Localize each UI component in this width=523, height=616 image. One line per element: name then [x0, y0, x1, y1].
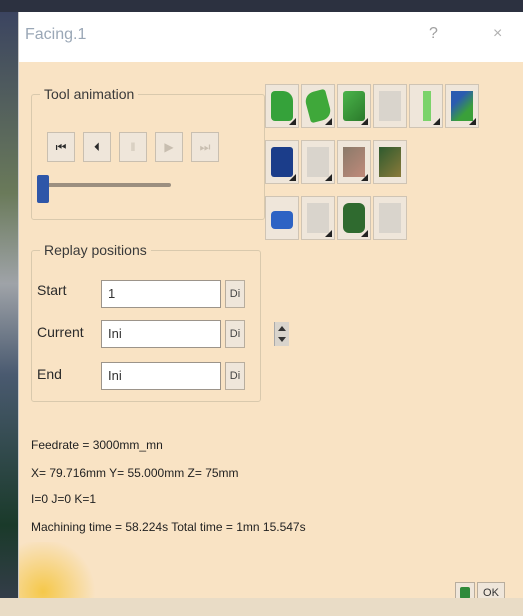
- start-field[interactable]: 1: [101, 280, 221, 308]
- desktop-background-bottom: [0, 598, 523, 616]
- export-icon: [379, 203, 401, 233]
- play-button[interactable]: ▶: [155, 132, 183, 162]
- rod-button[interactable]: [409, 84, 443, 128]
- clamp-icon: [343, 203, 365, 233]
- start-label: Start: [37, 282, 67, 298]
- cutter-path-button[interactable]: [301, 84, 335, 128]
- blank-tool-button[interactable]: [301, 196, 335, 240]
- title-bar: Facing.1 ? ×: [19, 12, 523, 62]
- rod-icon: [423, 91, 431, 121]
- tool-animation-label: Tool animation: [40, 86, 139, 102]
- start-pick-button[interactable]: Di: [225, 280, 245, 308]
- desktop-background-left: [0, 12, 18, 616]
- settings-button[interactable]: [445, 84, 479, 128]
- machine-button[interactable]: [265, 140, 299, 184]
- facing-dialog: Facing.1 ? × Tool animation ⏮ ⏴ ‖ ▶ ⏭ Re…: [18, 12, 523, 604]
- clamp-button[interactable]: [337, 196, 371, 240]
- fast-forward-button[interactable]: ⏭: [191, 132, 219, 162]
- settings-icon: [451, 91, 473, 121]
- part-button[interactable]: [301, 140, 335, 184]
- step-back-button[interactable]: ⏴: [83, 132, 111, 162]
- background-glow: [19, 542, 99, 604]
- machining-time-text: Machining time = 58.224s Total time = 1m…: [31, 520, 306, 534]
- stock-button[interactable]: [337, 140, 371, 184]
- analysis-icon: [379, 147, 401, 177]
- report-icon: [379, 91, 401, 121]
- end-pick-button[interactable]: Di: [225, 362, 245, 390]
- part-icon: [307, 147, 329, 177]
- current-label: Current: [37, 324, 84, 340]
- coordinates-text: X= 79.716mm Y= 55.000mm Z= 75mm: [31, 466, 239, 480]
- current-field[interactable]: Ini: [101, 320, 289, 348]
- report-button[interactable]: [373, 84, 407, 128]
- replay-positions-label: Replay positions: [40, 242, 151, 258]
- video-mode-icon: [271, 91, 293, 121]
- tool-display-button[interactable]: [337, 84, 371, 128]
- feedrate-text: Feedrate = 3000mm_mn: [31, 438, 163, 452]
- tool-display-icon: [343, 91, 365, 121]
- end-field[interactable]: Ini: [101, 362, 221, 390]
- close-window-button[interactable]: ×: [493, 25, 502, 43]
- end-label: End: [37, 366, 62, 382]
- machine-icon: [271, 147, 293, 177]
- window-title: Facing.1: [25, 26, 87, 43]
- help-button[interactable]: ?: [429, 25, 438, 43]
- photo-mode-button[interactable]: [265, 196, 299, 240]
- export-button[interactable]: [373, 196, 407, 240]
- current-spinner[interactable]: [274, 322, 289, 346]
- current-pick-button[interactable]: Di: [225, 320, 245, 348]
- blank-icon: [307, 203, 329, 233]
- ijk-text: I=0 J=0 K=1: [31, 492, 97, 506]
- desktop-background-top: [0, 0, 523, 12]
- video-mode-button[interactable]: [265, 84, 299, 128]
- animation-slider-handle[interactable]: [37, 175, 49, 203]
- rewind-button[interactable]: ⏮: [47, 132, 75, 162]
- animation-slider-track[interactable]: [39, 183, 171, 187]
- analysis-button[interactable]: [373, 140, 407, 184]
- stock-icon: [343, 147, 365, 177]
- pause-button[interactable]: ‖: [119, 132, 147, 162]
- photo-mode-icon: [271, 211, 293, 229]
